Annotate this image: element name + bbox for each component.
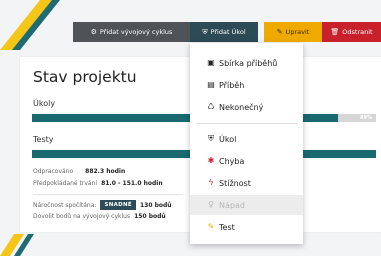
menu-item-label: Nekonečný: [219, 102, 264, 112]
menu-item-idea: ♀ Nápad: [190, 195, 303, 215]
shield-icon: ⛨: [202, 27, 208, 36]
edit-label: Upravit: [285, 28, 310, 36]
infinite-icon: ♺: [207, 102, 215, 111]
menu-item-bug[interactable]: ✱ Chyba: [190, 151, 303, 171]
menu-item-story[interactable]: ▤ Příběh: [190, 75, 303, 95]
expected-label: Předpokládané trvání: [33, 180, 98, 187]
worked-label: Odpracováno: [33, 168, 74, 175]
add-task-label: Přidat Úkol: [210, 28, 246, 36]
menu-item-infinite[interactable]: ♺ Nekonečný: [190, 97, 303, 117]
expected-value: 81.0 - 151.0 hodin: [101, 180, 163, 187]
bug-icon: ✱: [207, 156, 215, 165]
menu-item-label: Nápad: [219, 200, 245, 210]
tasks-progress-text: 89%: [360, 115, 372, 121]
add-task-button[interactable]: ⛨ Přidat Úkol: [190, 22, 258, 42]
menu-item-story-collection[interactable]: ▣ Sbírka příběhů: [190, 53, 303, 73]
add-task-dropdown: ▣ Sbírka příběhů ▤ Příběh ♺ Nekonečný ⛨ …: [190, 43, 303, 244]
menu-item-label: Sbírka příběhů: [219, 58, 278, 68]
page-title: Stav projektu: [33, 68, 137, 86]
menu-item-label: Úkol: [219, 134, 237, 144]
cycle-points-value: 150 bodů: [134, 213, 166, 220]
difficulty-badge: SNADNÉ: [100, 200, 136, 210]
trash-icon: 🗑: [330, 27, 340, 36]
add-cycle-label: Přidat vývojový cyklus: [99, 28, 173, 36]
tasks-label: Úkoly: [33, 99, 56, 108]
delete-label: Odstranit: [342, 28, 373, 36]
menu-item-label: Příběh: [219, 80, 245, 90]
collection-icon: ▣: [207, 58, 215, 67]
expected-row: Předpokládané trvání 81.0 - 151.0 hodin: [33, 180, 163, 187]
story-icon: ▤: [207, 80, 215, 89]
gears-icon: ⚙: [90, 27, 97, 36]
menu-item-label: Chyba: [219, 156, 245, 166]
menu-item-test[interactable]: ✎ Test: [190, 217, 303, 237]
worked-value: 882.3 hodin: [85, 168, 126, 175]
complaint-icon: ϟ: [208, 178, 214, 187]
tests-label: Testy: [33, 135, 54, 144]
test-icon: ✎: [207, 222, 215, 231]
menu-item-complaint[interactable]: ϟ Stížnost: [190, 173, 303, 193]
stats-divider: [33, 194, 183, 195]
delete-button[interactable]: 🗑 Odstranit: [322, 22, 381, 42]
menu-separator: [196, 123, 297, 124]
edit-button[interactable]: ✎ Upravit: [264, 22, 322, 42]
add-cycle-button[interactable]: ⚙ Přidat vývojový cyklus: [73, 22, 190, 42]
difficulty-label: Náročnost spočítána:: [33, 201, 97, 209]
difficulty-points: 130 bodů: [139, 201, 172, 209]
idea-icon: ♀: [208, 200, 214, 209]
cycle-points-row: Dovolit bodů na vývojový cyklus 150 bodů: [33, 213, 166, 220]
menu-item-label: Test: [219, 222, 235, 232]
menu-item-task[interactable]: ⛨ Úkol: [190, 129, 303, 149]
worked-row: Odpracováno 882.3 hodin: [33, 168, 125, 175]
task-icon: ⛨: [208, 134, 214, 143]
menu-item-label: Stížnost: [219, 178, 251, 188]
edit-icon: ✎: [276, 27, 283, 36]
difficulty-row: Náročnost spočítána: SNADNÉ 130 bodů: [33, 200, 172, 210]
cycle-points-label: Dovolit bodů na vývojový cyklus: [33, 213, 131, 220]
